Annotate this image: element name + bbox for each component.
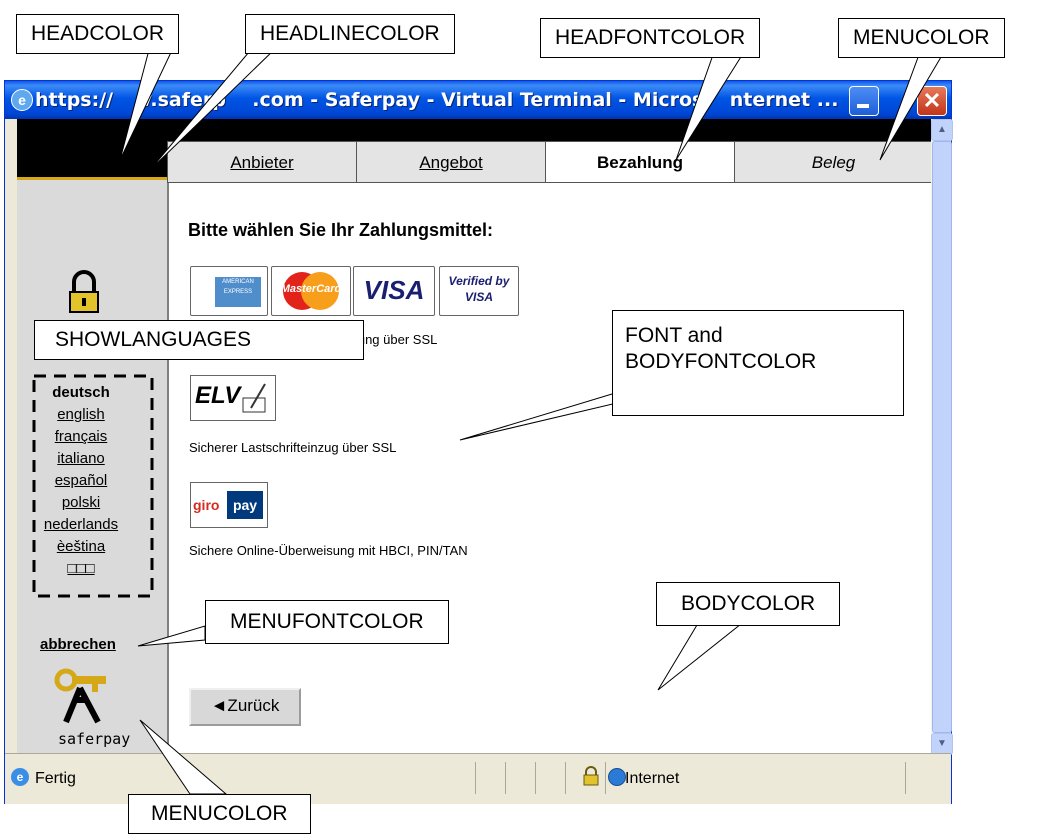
callout-bodyfontcolor-text: BODYFONTCOLOR — [625, 350, 817, 373]
headcolor-pointer — [119, 45, 175, 161]
callout-font-text: FONT and — [625, 324, 723, 347]
callout-headlinecolor: HEADLINECOLOR — [245, 14, 455, 54]
headlinecolor-pointer — [149, 45, 280, 171]
callout-font-bodyfontcolor: FONT and BODYFONTCOLOR — [612, 310, 904, 416]
callout-bodycolor: BODYCOLOR — [656, 582, 841, 626]
languages-dashed-box — [32, 374, 154, 598]
callout-menucolor-top: MENUCOLOR — [838, 18, 1005, 58]
callout-menufontcolor: MENUFONTCOLOR — [205, 600, 449, 644]
callout-menucolor-bottom: MENUCOLOR — [128, 794, 311, 834]
callout-headfontcolor: HEADFONTCOLOR — [540, 18, 761, 58]
bodycolor-pointer — [657, 619, 748, 691]
menucolor-top-pointer — [879, 51, 945, 161]
headfontcolor-pointer — [675, 51, 745, 161]
menucolor-bottom-pointer — [139, 719, 228, 795]
annotation-overlay — [32, 45, 945, 795]
callout-headcolor: HEADCOLOR — [16, 14, 180, 54]
callout-showlanguages: SHOWLANGUAGES — [34, 320, 364, 360]
menufontcolor-pointer — [137, 625, 206, 647]
